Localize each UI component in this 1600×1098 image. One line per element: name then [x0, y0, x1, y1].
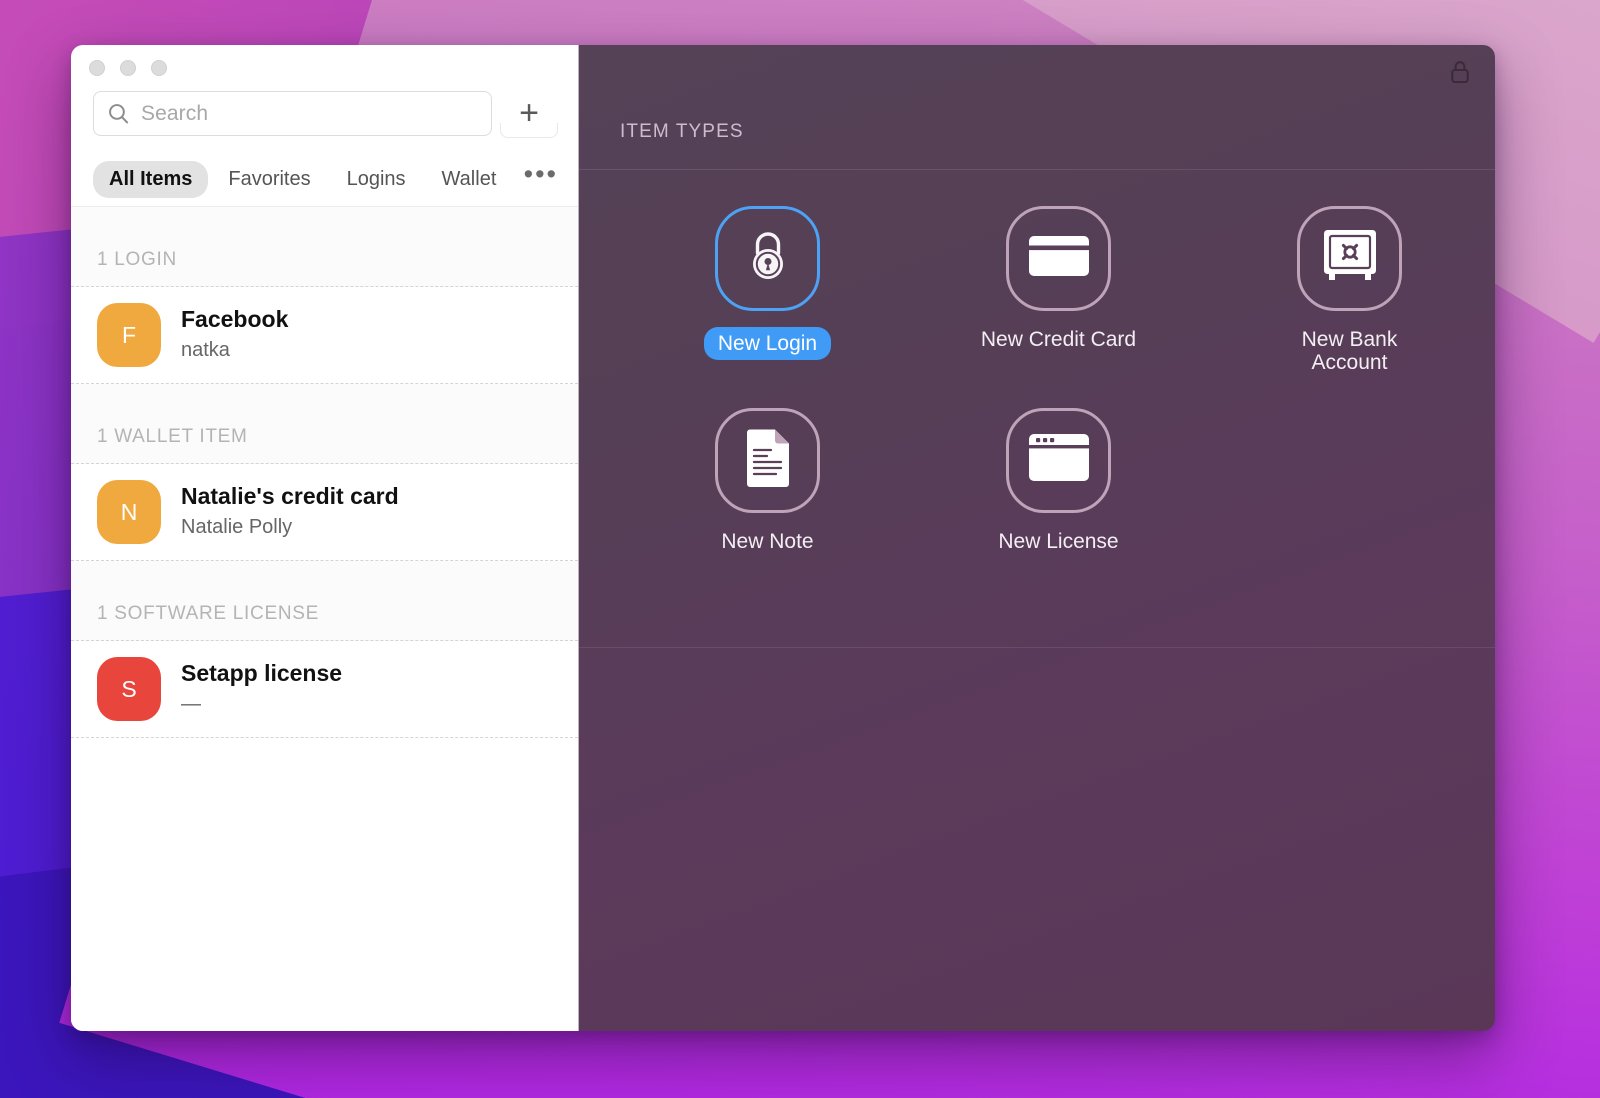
list-item[interactable]: N Natalie's credit card Natalie Polly	[71, 464, 578, 561]
list-item-title: Natalie's credit card	[181, 482, 399, 511]
new-bank-account-tile[interactable]	[1297, 206, 1402, 311]
new-note-tile[interactable]	[715, 408, 820, 513]
tab-wallet[interactable]: Wallet	[426, 161, 513, 198]
filter-tabs: All Items Favorites Logins Wallet •••	[71, 153, 578, 207]
item-type-label: New Bank Account	[1270, 328, 1430, 374]
search-row: Search +	[71, 91, 578, 153]
list-item[interactable]: F Facebook natka	[71, 287, 578, 384]
list-item-title: Facebook	[181, 305, 288, 334]
group-header-software-license: 1 SOFTWARE LICENSE	[71, 561, 578, 641]
safe-icon	[1321, 228, 1379, 289]
list-item-text: Facebook natka	[181, 305, 288, 366]
add-item-button[interactable]: +	[498, 91, 560, 138]
item-types-section-title: ITEM TYPES	[620, 121, 744, 143]
item-type-new-note[interactable]: New Note	[622, 408, 913, 610]
item-type-label: New License	[998, 530, 1118, 553]
item-type-new-login[interactable]: New Login	[622, 206, 913, 408]
avatar: F	[97, 303, 161, 367]
detail-header: ITEM TYPES	[579, 45, 1495, 170]
list-item-subtitle: —	[181, 689, 342, 719]
item-type-new-license[interactable]: New License	[913, 408, 1204, 610]
new-credit-card-tile[interactable]	[1006, 206, 1111, 311]
password-manager-window: Search + All Items Favorites Logins Wall…	[71, 45, 1495, 1031]
close-button[interactable]	[89, 60, 105, 76]
detail-empty-area	[579, 648, 1495, 1031]
item-type-new-bank-account[interactable]: New Bank Account	[1204, 206, 1495, 408]
list-item-subtitle: Natalie Polly	[181, 512, 399, 542]
avatar: N	[97, 480, 161, 544]
tab-favorites[interactable]: Favorites	[212, 161, 326, 198]
more-tabs-button[interactable]: •••	[524, 166, 558, 192]
item-types-grid: New Login New Credit Card	[579, 206, 1495, 610]
zoom-button[interactable]	[151, 60, 167, 76]
list-item-text: Setapp license —	[181, 659, 342, 720]
search-input[interactable]: Search	[93, 91, 492, 136]
padlock-icon	[740, 226, 796, 291]
desktop-wallpaper: Search + All Items Favorites Logins Wall…	[0, 0, 1600, 1098]
lock-icon[interactable]	[1449, 59, 1471, 90]
new-login-tile[interactable]	[715, 206, 820, 311]
list-item-subtitle: natka	[181, 335, 288, 365]
list-item-title: Setapp license	[181, 659, 342, 688]
search-icon	[106, 101, 131, 126]
search-input-placeholder: Search	[141, 102, 208, 126]
app-window-icon	[1028, 432, 1090, 489]
plus-icon: +	[519, 96, 539, 130]
item-type-label: New Note	[721, 530, 813, 553]
minimize-button[interactable]	[120, 60, 136, 76]
document-icon	[743, 429, 793, 492]
item-type-label: New Login	[704, 327, 831, 360]
tab-logins[interactable]: Logins	[331, 161, 422, 198]
group-header-wallet: 1 WALLET ITEM	[71, 384, 578, 464]
list-item-text: Natalie's credit card Natalie Polly	[181, 482, 399, 543]
items-sidebar: Search + All Items Favorites Logins Wall…	[71, 45, 578, 1031]
list-item[interactable]: S Setapp license —	[71, 641, 578, 738]
item-types-area: New Login New Credit Card	[579, 170, 1495, 648]
group-header-logins: 1 LOGIN	[71, 207, 578, 287]
avatar: S	[97, 657, 161, 721]
credit-card-icon	[1028, 233, 1090, 284]
detail-panel: ITEM TYPES	[578, 45, 1495, 1031]
new-license-tile[interactable]	[1006, 408, 1111, 513]
items-list: 1 LOGIN F Facebook natka 1 WALLET ITEM N…	[71, 207, 578, 1031]
window-titlebar	[71, 45, 578, 91]
tab-all-items[interactable]: All Items	[93, 161, 208, 198]
item-type-new-credit-card[interactable]: New Credit Card	[913, 206, 1204, 408]
item-type-label: New Credit Card	[981, 328, 1136, 351]
